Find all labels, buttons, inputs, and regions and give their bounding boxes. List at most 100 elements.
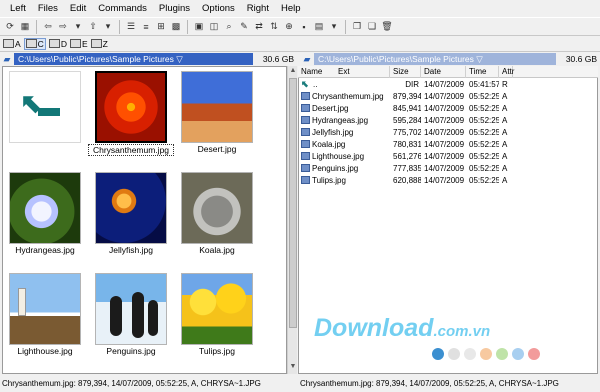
file-row[interactable]: Koala.jpg 780,831 14/07/2009 05:52:25 A	[298, 138, 598, 150]
search-icon[interactable]: ⌕	[222, 20, 236, 34]
watermark-logo: Download.com.vn	[314, 314, 490, 343]
file-row[interactable]: Tulips.jpg 620,888 14/07/2009 05:52:25 A	[298, 174, 598, 186]
left-path[interactable]: C:\Users\Public\Pictures\Sample Pictures…	[14, 53, 253, 65]
view-icon[interactable]: ▦	[18, 20, 32, 34]
thumbnail-item[interactable]: Hydrangeas.jpg	[6, 169, 84, 265]
drive-z-button[interactable]: Z	[90, 39, 108, 49]
up-folder-icon: ⬉	[301, 79, 309, 89]
toolbar: ⟳ ▦ ⇦ ⇨ ▾ ⇧ ▾ ☰ ≡ ⊞ ▩ ▣ ◫ ⌕ ✎ ⇄ ⇅ ⊕ ▪ ▤ …	[0, 17, 600, 36]
file-size: 775,702	[393, 127, 421, 137]
file-row[interactable]: Penguins.jpg 777,835 14/07/2009 05:52:25 A	[298, 162, 598, 174]
back-icon[interactable]: ⇦	[41, 20, 55, 34]
file-row[interactable]: Lighthouse.jpg 561,276 14/07/2009 05:52:25 A	[298, 150, 598, 162]
dropdown-icon[interactable]: ▾	[101, 20, 115, 34]
drive-icon[interactable]: ▰	[0, 53, 14, 65]
thumbnails-icon[interactable]: ▩	[169, 20, 183, 34]
pack-icon[interactable]: ▣	[192, 20, 206, 34]
image-file-icon	[301, 163, 310, 172]
file-time: 05:52:25	[469, 91, 499, 101]
thumbnail-image	[181, 71, 253, 143]
menu-left[interactable]: Left	[4, 3, 32, 14]
menu-help[interactable]: Help	[275, 3, 307, 14]
vertical-scrollbar[interactable]: ▲ ▼	[287, 66, 297, 374]
col-attr[interactable]: Attr	[499, 65, 514, 78]
thumbnail-image	[95, 71, 167, 143]
full-view-icon[interactable]: ≡	[139, 20, 153, 34]
forward-icon[interactable]: ⇨	[56, 20, 70, 34]
menu-commands[interactable]: Commands	[92, 3, 153, 14]
rename-icon[interactable]: ✎	[237, 20, 251, 34]
col-date[interactable]: Date	[421, 65, 466, 78]
file-time: 05:52:25	[469, 151, 499, 161]
file-attr: A	[502, 139, 508, 149]
move-icon[interactable]: ❏	[365, 20, 379, 34]
thumbnail-item[interactable]: Koala.jpg	[178, 169, 256, 265]
file-row[interactable]: Hydrangeas.jpg 595,284 14/07/2009 05:52:25 A	[298, 114, 598, 126]
right-path[interactable]: C:\Users\Public\Pictures\Sample Pictures…	[314, 53, 556, 65]
thumbnail-item[interactable]: Lighthouse.jpg	[6, 270, 84, 366]
menu-options[interactable]: Options	[196, 3, 241, 14]
parent-folder-thumbnail[interactable]: ⬉	[6, 68, 84, 164]
scroll-down-icon[interactable]: ▼	[288, 363, 298, 373]
file-date: 14/07/2009	[424, 127, 465, 137]
ftp-icon[interactable]: ⇅	[267, 20, 281, 34]
col-size[interactable]: Size	[390, 65, 421, 78]
file-row[interactable]: Desert.jpg 845,941 14/07/2009 05:52:25 A	[298, 102, 598, 114]
file-name: Hydrangeas.jpg	[312, 115, 369, 125]
image-file-icon	[301, 127, 310, 136]
file-time: 05:52:25	[469, 163, 499, 173]
thumbnail-item[interactable]: Chrysanthemum.jpg	[88, 68, 174, 164]
drive-icon[interactable]: ▰	[300, 53, 314, 65]
file-size: DIR	[405, 79, 419, 89]
watermark-dot	[496, 348, 508, 360]
col-ext[interactable]: Ext	[338, 67, 350, 76]
separator	[187, 19, 188, 34]
thumbnail-item[interactable]: Tulips.jpg	[178, 270, 256, 366]
thumbnail-item[interactable]: Jellyfish.jpg	[92, 169, 170, 265]
col-time[interactable]: Time	[466, 65, 499, 78]
copy-icon[interactable]: ❐	[350, 20, 364, 34]
file-row[interactable]: Chrysanthemum.jpg 879,394 14/07/2009 05:52:…	[298, 90, 598, 102]
menu-plugins[interactable]: Plugins	[153, 3, 196, 14]
dropdown-icon[interactable]: ▾	[71, 20, 85, 34]
drive-icon	[69, 39, 81, 48]
menu-right[interactable]: Right	[241, 3, 275, 14]
tree-icon[interactable]: ⊞	[154, 20, 168, 34]
scroll-thumb[interactable]	[289, 78, 297, 328]
unpack-icon[interactable]: ◫	[207, 20, 221, 34]
drive-label: E	[81, 38, 88, 49]
watermark-dot	[432, 348, 444, 360]
file-row[interactable]: ⬉.. DIR 14/07/2009 05:41:57 R	[298, 78, 598, 90]
menu-files[interactable]: Files	[32, 3, 64, 14]
drive-label: A	[15, 38, 21, 49]
file-attr: A	[502, 175, 508, 185]
thumbnail-item[interactable]: Desert.jpg	[178, 68, 256, 164]
file-date: 14/07/2009	[424, 163, 465, 173]
delete-icon[interactable]: 🗑	[380, 20, 394, 34]
up-folder-icon[interactable]: ⇧	[86, 20, 100, 34]
dropdown-icon[interactable]: ▾	[327, 20, 341, 34]
drive-d-button[interactable]: D	[48, 38, 67, 49]
thumbnail-image	[9, 273, 81, 345]
drive-a-button[interactable]: A	[3, 39, 21, 49]
thumbnail-image	[181, 172, 253, 244]
notepad-icon[interactable]: ▤	[312, 20, 326, 34]
drive-c-button[interactable]: C	[23, 37, 46, 50]
file-attr: A	[502, 103, 508, 113]
image-file-icon	[301, 139, 310, 148]
terminal-icon[interactable]: ▪	[297, 20, 311, 34]
refresh-icon[interactable]: ⟳	[3, 20, 17, 34]
drive-label: D	[60, 38, 67, 49]
scroll-up-icon[interactable]: ▲	[288, 67, 298, 77]
menu-edit[interactable]: Edit	[64, 3, 92, 14]
thumbnail-item[interactable]: Penguins.jpg	[92, 270, 170, 366]
file-size: 879,394	[393, 91, 421, 101]
network-icon[interactable]: ⊕	[282, 20, 296, 34]
left-free-space: 30.6 GB	[262, 54, 294, 64]
brief-view-icon[interactable]: ☰	[124, 20, 138, 34]
thumbnail-label: Jellyfish.jpg	[109, 245, 153, 255]
drive-e-button[interactable]: E	[69, 38, 88, 49]
sync-icon[interactable]: ⇄	[252, 20, 266, 34]
file-date: 14/07/2009	[424, 91, 465, 101]
file-row[interactable]: Jellyfish.jpg 775,702 14/07/2009 05:52:25 A	[298, 126, 598, 138]
